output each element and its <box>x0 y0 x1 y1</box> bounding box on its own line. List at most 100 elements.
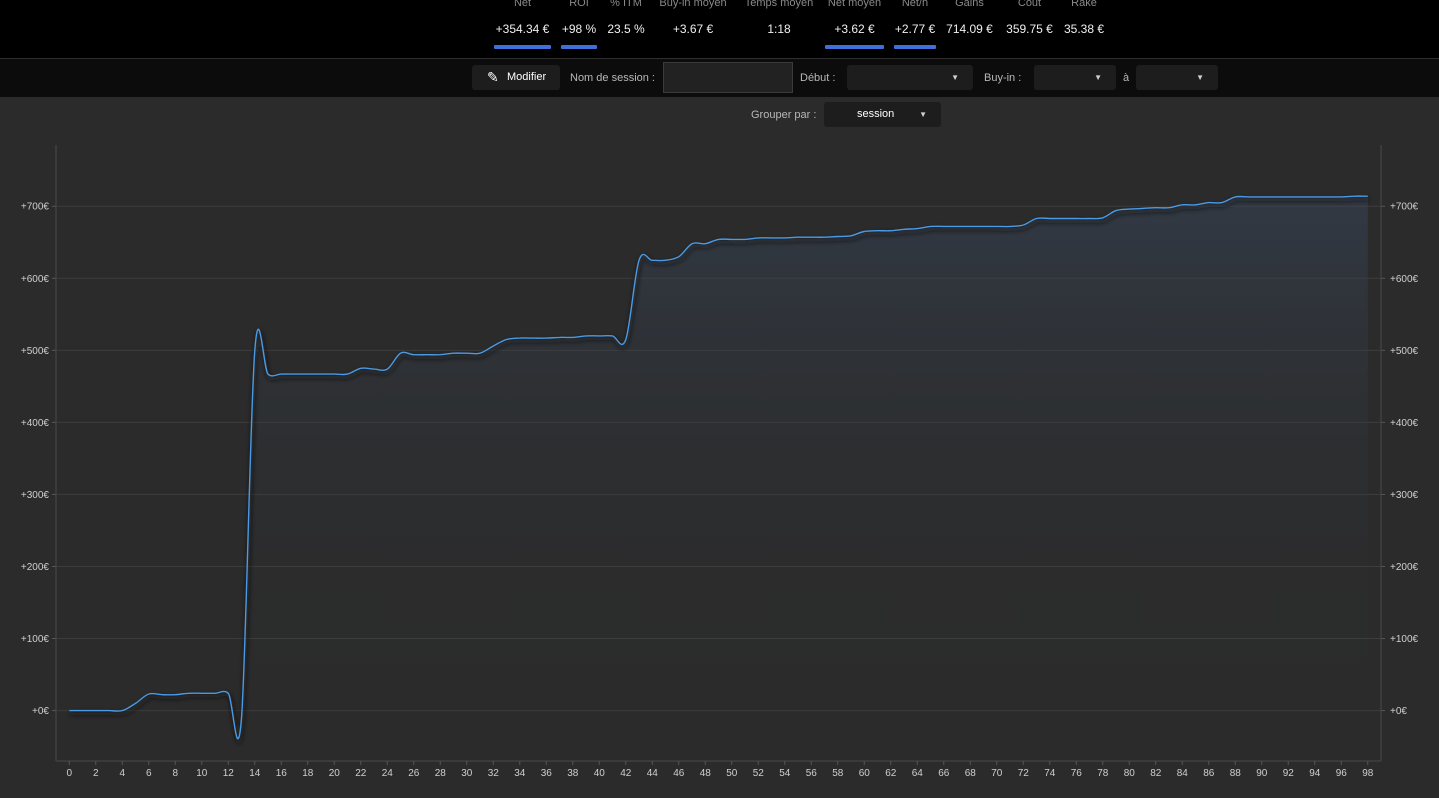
chevron-down-icon: ▼ <box>1094 73 1102 82</box>
data-point <box>718 239 719 240</box>
x-tick-label: 98 <box>1362 768 1374 779</box>
stat-value: +2.77 € <box>894 22 936 36</box>
group-by-value: session <box>857 108 895 120</box>
data-point <box>864 231 865 232</box>
data-point <box>1182 204 1183 205</box>
buyin-label: Buy-in : <box>984 72 1022 84</box>
x-tick-label: 42 <box>620 768 632 779</box>
data-point <box>161 694 162 695</box>
x-tick-label: 18 <box>302 768 314 779</box>
x-tick-label: 4 <box>119 768 125 779</box>
data-point <box>1274 196 1275 197</box>
x-tick-label: 58 <box>832 768 844 779</box>
data-point <box>1023 224 1024 225</box>
stat-label: Temps moyen <box>744 0 814 9</box>
session-name-input[interactable] <box>663 62 793 93</box>
stat-underline <box>561 45 597 49</box>
x-tick-label: 94 <box>1309 768 1321 779</box>
data-point <box>1195 204 1196 205</box>
data-point <box>400 353 401 354</box>
stat-net-per-hour: Net/h +2.77 € <box>894 0 936 58</box>
data-point <box>493 345 494 346</box>
data-point <box>466 353 467 354</box>
y-tick-label: +600€ <box>21 274 50 285</box>
data-point <box>585 335 586 336</box>
data-point <box>1155 207 1156 208</box>
data-point <box>546 338 547 339</box>
start-select[interactable]: ▼ <box>847 65 973 90</box>
data-point <box>1314 196 1315 197</box>
data-point <box>1049 218 1050 219</box>
data-point <box>731 239 732 240</box>
data-point <box>890 230 891 231</box>
data-point <box>1288 196 1289 197</box>
data-point <box>559 337 560 338</box>
y-tick-label: +100€ <box>21 634 50 645</box>
data-point <box>307 374 308 375</box>
stat-underline <box>825 45 884 49</box>
chevron-down-icon: ▼ <box>951 73 959 82</box>
buyin-max-select[interactable]: ▼ <box>1136 65 1218 90</box>
buyin-min-select[interactable]: ▼ <box>1034 65 1116 90</box>
x-tick-label: 14 <box>249 768 261 779</box>
stat-label: Rake <box>1071 0 1097 9</box>
group-by-select[interactable]: session ▼ <box>824 102 941 127</box>
data-point <box>930 226 931 227</box>
data-point <box>996 226 997 227</box>
session-name-label: Nom de session : <box>570 72 655 84</box>
data-point <box>82 710 83 711</box>
x-tick-label: 82 <box>1150 768 1162 779</box>
stat-net: Net +354.34 € <box>494 0 551 58</box>
stat-avg-net: Net moyen +3.62 € <box>825 0 884 58</box>
stat-underline <box>894 45 936 49</box>
y-tick-label: +300€ <box>1390 490 1419 501</box>
data-point <box>1208 202 1209 203</box>
data-point <box>532 338 533 339</box>
x-tick-label: 40 <box>594 768 606 779</box>
data-point <box>877 230 878 231</box>
data-point <box>175 694 176 695</box>
stat-label: Cout <box>1017 0 1042 9</box>
stat-rake: Rake 35.38 € <box>1062 0 1106 58</box>
data-point <box>678 256 679 257</box>
x-tick-label: 52 <box>753 768 765 779</box>
data-point <box>108 710 109 711</box>
data-point <box>360 368 361 369</box>
x-tick-label: 46 <box>673 768 685 779</box>
data-point <box>824 237 825 238</box>
y-tick-label: +300€ <box>21 490 50 501</box>
data-point <box>440 354 441 355</box>
stat-gains: Gains 714.09 € <box>944 0 995 58</box>
stat-underline <box>494 45 551 49</box>
data-point <box>1261 196 1262 197</box>
data-point <box>426 354 427 355</box>
stat-value: +3.62 € <box>834 22 875 36</box>
data-point <box>214 693 215 694</box>
group-by-label: Grouper par : <box>751 109 817 121</box>
data-point <box>334 374 335 375</box>
x-tick-label: 6 <box>146 768 152 779</box>
data-point <box>1354 196 1355 197</box>
edit-button[interactable]: ✎ Modifier <box>472 65 560 90</box>
y-tick-label: +0€ <box>32 706 49 717</box>
x-tick-label: 88 <box>1230 768 1242 779</box>
stat-avg-time: Temps moyen 1:18 <box>744 0 814 58</box>
data-point <box>705 243 706 244</box>
x-tick-label: 64 <box>912 768 924 779</box>
stat-value: +3.67 € <box>672 22 714 36</box>
x-tick-label: 16 <box>276 768 288 779</box>
x-tick-label: 10 <box>196 768 208 779</box>
x-tick-label: 20 <box>329 768 341 779</box>
x-tick-label: 30 <box>461 768 473 779</box>
stat-value: 35.38 € <box>1063 22 1105 36</box>
x-tick-label: 74 <box>1044 768 1056 779</box>
data-point <box>1062 218 1063 219</box>
x-tick-label: 68 <box>965 768 977 779</box>
data-point <box>744 239 745 240</box>
x-tick-label: 84 <box>1177 768 1189 779</box>
x-tick-label: 0 <box>66 768 72 779</box>
data-point <box>638 260 639 261</box>
data-point <box>1129 209 1130 210</box>
y-tick-label: +100€ <box>1390 634 1419 645</box>
data-point <box>69 710 70 711</box>
